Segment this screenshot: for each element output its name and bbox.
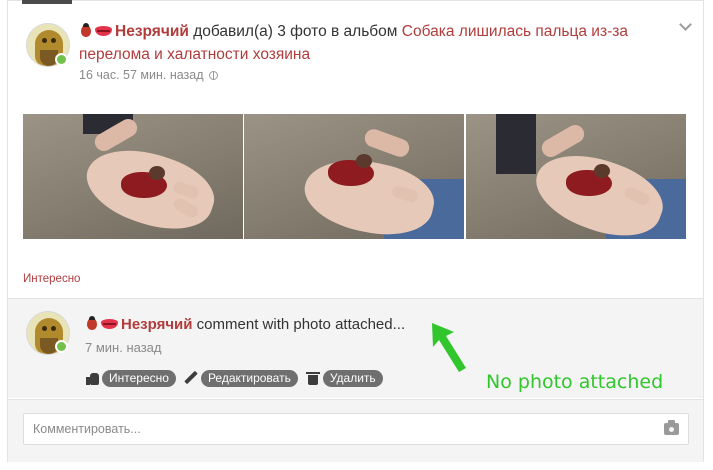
annotation-arrow-icon [432,323,466,372]
photo-sleeve [496,114,536,174]
photo-paw [121,166,167,198]
comment-actions: Интересно Редактировать Удалить [85,369,391,387]
camera-icon[interactable] [664,420,679,435]
comment-like-button[interactable]: Интересно [102,369,176,387]
album-photo-1[interactable] [23,114,243,239]
post-timestamp: 16 час. 57 мин. назад [79,68,218,82]
comment-edit-button[interactable]: Редактировать [200,369,298,387]
post-like-link[interactable]: Интересно [23,273,80,285]
pencil-icon[interactable] [184,371,198,385]
annotation-text: No photo attached [486,371,664,393]
trash-icon[interactable] [305,371,320,385]
post-headline: Незрячий добавил(а) 3 фото в альбом Соба… [79,20,659,66]
comment-body: Незрячий comment with photo attached... [85,314,405,336]
online-indicator [55,340,68,353]
comment-input[interactable] [23,413,689,445]
bug-badge-icon [85,316,99,331]
globe-icon [208,71,218,80]
online-indicator [55,53,68,66]
comment-text: comment with photo attached... [196,316,406,333]
post-author-link[interactable]: Незрячий [115,23,189,40]
avatar-eye [51,38,56,43]
thumbs-up-icon[interactable] [85,371,99,385]
photo-paw [328,154,374,186]
album-photo-2[interactable] [244,114,464,239]
post-time-text[interactable]: 16 час. 57 мин. назад [79,68,204,82]
avatar-eye [51,326,56,331]
comment-timestamp[interactable]: 7 мин. назад [85,340,161,355]
avatar-eye [42,326,47,331]
post-action-text: добавил(а) 3 фото в альбом [193,23,398,40]
lips-badge-icon [95,26,112,36]
avatar-eye [42,38,47,43]
album-photo-3[interactable] [466,114,686,239]
comment-author-link[interactable]: Незрячий [121,316,193,333]
comment-delete-button[interactable]: Удалить [322,369,383,387]
top-strip [22,0,72,4]
photo-paw [566,164,612,196]
bug-badge-icon [79,23,93,38]
lips-badge-icon [101,319,118,329]
